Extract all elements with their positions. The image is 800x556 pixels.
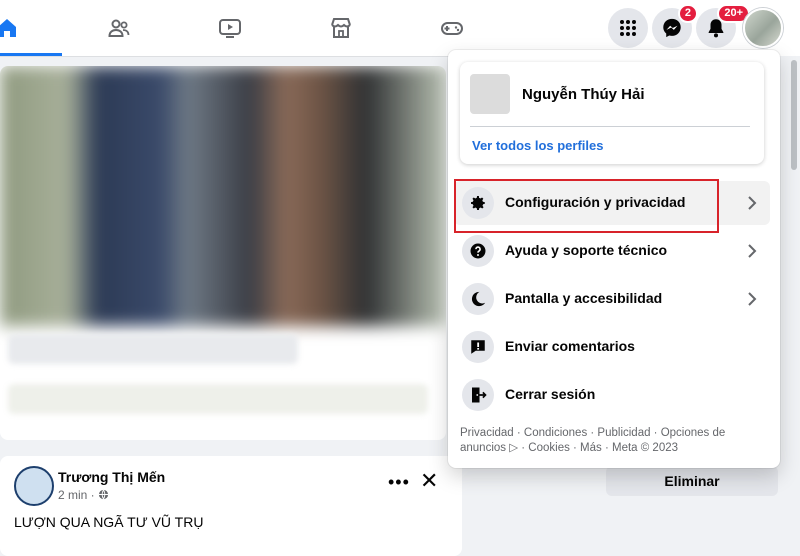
- post-author-avatar[interactable]: [14, 466, 54, 506]
- tab-gaming[interactable]: [397, 0, 507, 56]
- question-icon: [462, 235, 494, 267]
- post-close-button[interactable]: ✕: [420, 468, 438, 494]
- menu-footer-links[interactable]: Privacidad · Condiciones · Publicidad · …: [460, 426, 760, 456]
- chevron-right-icon: [748, 196, 757, 210]
- profile-card: Nguyễn Thúy Hải Ver todos los perfiles: [460, 62, 764, 164]
- blurred-photo: [0, 66, 446, 326]
- menu-item-send-feedback[interactable]: Enviar comentarios: [454, 325, 770, 369]
- blurred-row: [8, 334, 298, 364]
- post-meta: 2 min ·: [58, 488, 109, 502]
- menu-item-label: Pantalla y accesibilidad: [505, 290, 663, 306]
- menu-item-label: Ayuda y soporte técnico: [505, 242, 668, 258]
- profile-name[interactable]: Nguyễn Thúy Hải: [522, 86, 645, 103]
- blurred-row: [8, 384, 428, 414]
- messenger-icon: [663, 18, 681, 38]
- menu-item-label: Enviar comentarios: [505, 338, 635, 354]
- messenger-button[interactable]: 2: [652, 4, 698, 48]
- account-avatar-button[interactable]: [743, 8, 783, 48]
- post-more-button[interactable]: •••: [388, 472, 410, 493]
- feed-story-card: [0, 66, 446, 440]
- notifications-button[interactable]: 20+: [696, 4, 750, 48]
- menu-item-label: Cerrar sesión: [505, 386, 596, 402]
- post-time[interactable]: 2 min ·: [58, 488, 98, 502]
- highlight-box: [454, 179, 719, 233]
- watch-icon: [219, 19, 241, 38]
- post-text: LƯỢN QUA NGÃ TƯ VŨ TRỤ: [14, 514, 204, 530]
- friends-icon: [108, 19, 130, 37]
- see-all-profiles-link[interactable]: Ver todos los perfiles: [472, 138, 604, 153]
- gaming-icon: [441, 22, 463, 35]
- menu-item-display-accessibility[interactable]: Pantalla y accesibilidad: [454, 277, 770, 321]
- footer-line: Privacidad · Condiciones · Publicidad · …: [460, 427, 726, 439]
- chevron-right-icon: [748, 244, 757, 258]
- top-nav-bar: 2 20+: [0, 0, 800, 57]
- footer-line: anuncios ▷ · Cookies · Más · Meta © 2023: [460, 442, 679, 454]
- delete-button[interactable]: Eliminar: [606, 466, 778, 496]
- tab-marketplace[interactable]: [286, 0, 396, 56]
- globe-icon: [98, 489, 109, 500]
- divider: [470, 126, 750, 127]
- moon-icon: [462, 283, 494, 315]
- feedback-icon: [462, 331, 494, 363]
- profile-picture[interactable]: [470, 74, 510, 114]
- home-icon: [0, 19, 16, 37]
- account-menu: Nguyễn Thúy Hải Ver todos los perfiles C…: [448, 50, 780, 468]
- post-author-name[interactable]: Trương Thị Mến: [58, 469, 165, 485]
- menu-item-help-support[interactable]: Ayuda y soporte técnico: [454, 229, 770, 273]
- grid-icon: [620, 20, 636, 36]
- tab-watch[interactable]: [175, 0, 285, 56]
- menu-item-log-out[interactable]: Cerrar sesión: [454, 373, 770, 417]
- tab-home[interactable]: [0, 0, 62, 56]
- marketplace-icon: [331, 18, 351, 38]
- logout-icon: [462, 379, 494, 411]
- menu-grid-button[interactable]: [608, 8, 648, 48]
- scrollbar[interactable]: [791, 60, 797, 170]
- post-card: Trương Thị Mến 2 min · ••• ✕ LƯỢN QUA NG…: [0, 456, 462, 556]
- chevron-right-icon: [748, 292, 757, 306]
- messenger-badge: 2: [677, 4, 698, 23]
- tab-friends[interactable]: [64, 0, 174, 56]
